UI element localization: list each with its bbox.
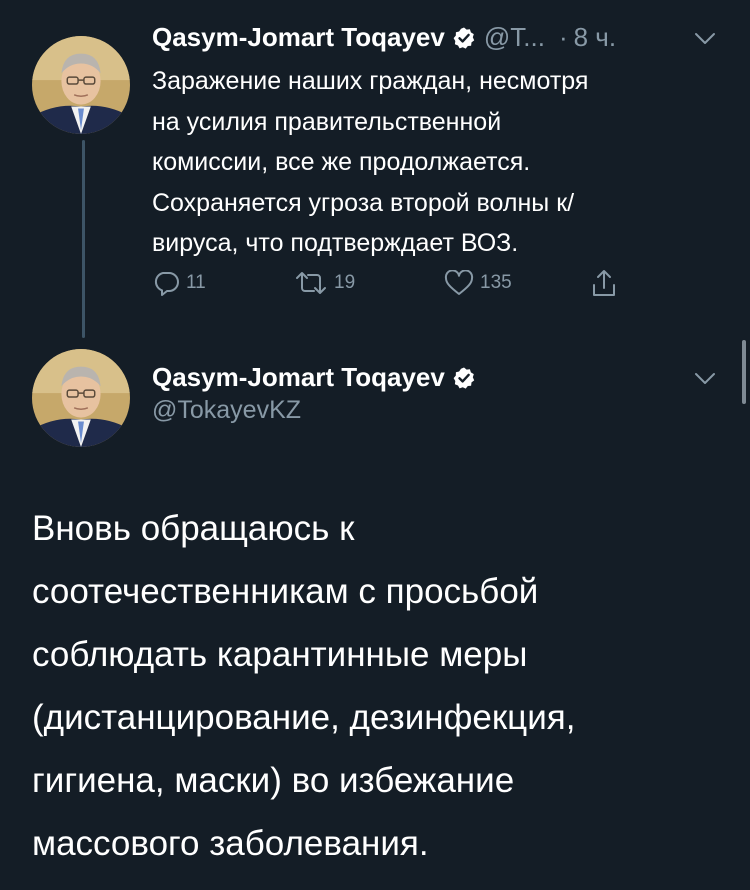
chevron-down-icon[interactable] bbox=[694, 372, 716, 386]
time-separator: · bbox=[558, 22, 568, 52]
like-button[interactable]: 135 bbox=[444, 270, 590, 296]
scrollbar-thumb[interactable] bbox=[742, 340, 746, 404]
tweet1-header: Qasym-Jomart Toqayev @T... · 8 ч. bbox=[152, 22, 616, 53]
reply-button[interactable]: 11 bbox=[152, 270, 294, 296]
tweet-text: Вновь обращаюсь к соотечественникам с пр… bbox=[32, 509, 576, 863]
tweet2-header: Qasym-Jomart Toqayev bbox=[152, 362, 484, 393]
reply-icon bbox=[152, 270, 180, 296]
thread-connector-line bbox=[82, 140, 85, 338]
tweet-timestamp[interactable]: 8 ч. bbox=[574, 22, 616, 53]
share-icon bbox=[590, 268, 618, 298]
tweet-actions: 11 19 135 bbox=[152, 268, 618, 298]
avatar[interactable] bbox=[32, 349, 130, 447]
chevron-down-icon[interactable] bbox=[694, 32, 716, 46]
retweet-icon bbox=[294, 270, 328, 296]
verified-badge-icon bbox=[452, 366, 476, 390]
avatar[interactable] bbox=[32, 36, 130, 134]
like-count: 135 bbox=[480, 272, 512, 293]
author-handle[interactable]: @T... bbox=[484, 22, 545, 53]
author-name[interactable]: Qasym-Jomart Toqayev bbox=[152, 362, 445, 393]
reply-count: 11 bbox=[186, 272, 206, 293]
author-handle[interactable]: @TokayevKZ bbox=[152, 396, 301, 425]
verified-badge-icon bbox=[452, 26, 476, 50]
heart-icon bbox=[444, 270, 474, 296]
retweet-button[interactable]: 19 bbox=[294, 270, 444, 296]
author-name[interactable]: Qasym-Jomart Toqayev bbox=[152, 22, 445, 53]
tweet-text: Заражение наших граждан, несмотря на уси… bbox=[152, 67, 589, 257]
share-button[interactable] bbox=[590, 268, 618, 298]
retweet-count: 19 bbox=[334, 272, 356, 293]
